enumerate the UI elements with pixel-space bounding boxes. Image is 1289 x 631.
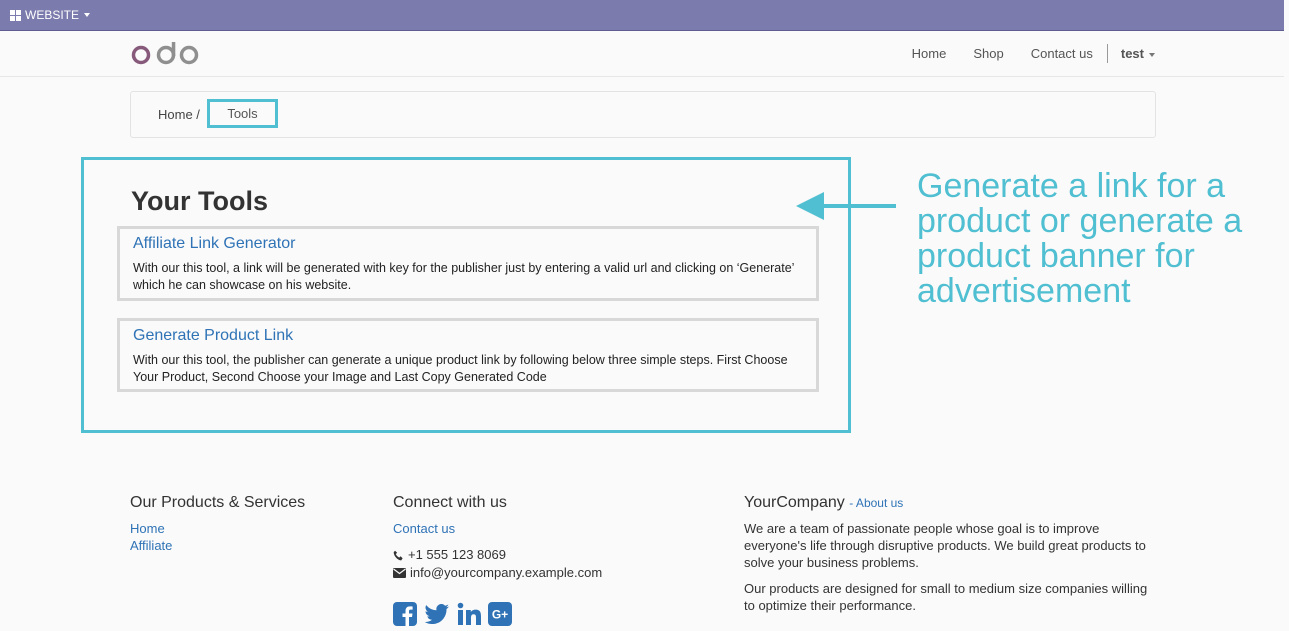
- nav-divider: [1106, 44, 1108, 63]
- nav-shop-link[interactable]: Shop: [973, 46, 1003, 61]
- user-name: test: [1120, 46, 1144, 61]
- generate-product-link-link[interactable]: Generate Product Link: [133, 327, 803, 345]
- company-products-description: Our products are designed for small to m…: [744, 581, 1148, 613]
- website-menu-label: WEBSITE: [25, 8, 80, 22]
- breadcrumb-home-link[interactable]: Home /: [158, 107, 200, 122]
- caret-down-icon: [1149, 52, 1155, 57]
- breadcrumb: Home / Tools: [130, 91, 1156, 138]
- affiliate-link-generator-link[interactable]: Affiliate Link Generator: [133, 235, 803, 253]
- footer-affiliate-link[interactable]: Affiliate: [130, 537, 305, 554]
- footer-company-heading: YourCompany - About us: [744, 494, 1154, 512]
- annotation-arrow-icon: [796, 192, 896, 220]
- footer-home-link[interactable]: Home: [130, 520, 305, 537]
- page-title: Your Tools: [131, 186, 268, 216]
- phone-line: +1 555 123 8069: [393, 546, 602, 564]
- footer-products-heading: Our Products & Services: [130, 494, 306, 511]
- tool-card-affiliate-link: Affiliate Link Generator With our this t…: [117, 226, 819, 301]
- email-line: info@yourcompany.example.com: [393, 564, 602, 582]
- tool-description: With our this tool, a link will be gener…: [133, 261, 794, 292]
- caret-down-icon: [84, 13, 91, 17]
- breadcrumb-current-label: Tools: [227, 106, 258, 121]
- website-menu[interactable]: WEBSITE: [10, 0, 91, 30]
- navbar: Home Shop Contact us test: [0, 31, 1284, 77]
- phone-icon: [393, 550, 403, 560]
- nav-home-link[interactable]: Home: [912, 46, 947, 61]
- tool-card-product-link: Generate Product Link With our this tool…: [117, 318, 819, 392]
- nav-contact-link[interactable]: Contact us: [1031, 46, 1093, 61]
- annotation-text: Generate a link for a product or generat…: [917, 167, 1243, 310]
- tool-description: With our this tool, the publisher can ge…: [133, 353, 788, 384]
- svg-text:G+: G+: [492, 608, 508, 622]
- company-description: We are a team of passionate people whose…: [744, 521, 1146, 570]
- email-address: info@yourcompany.example.com: [410, 565, 603, 580]
- twitter-icon[interactable]: [424, 602, 450, 631]
- user-menu[interactable]: test: [1121, 46, 1155, 61]
- footer-products-column: Our Products & Services Home Affiliate: [130, 494, 305, 554]
- footer: Our Products & Services Home Affiliate C…: [0, 470, 1289, 626]
- phone-number: +1 555 123 8069: [408, 547, 506, 562]
- odoo-logo[interactable]: [131, 41, 201, 65]
- footer-contact-link[interactable]: Contact us: [393, 520, 602, 537]
- footer-connect-column: Connect with us Contact us +1 555 123 80…: [393, 494, 602, 631]
- footer-connect-heading: Connect with us: [393, 494, 507, 511]
- footer-company-column: YourCompany - About us We are a team of …: [744, 494, 1154, 623]
- company-name: YourCompany: [744, 494, 845, 511]
- about-us-link[interactable]: - About us: [849, 496, 903, 510]
- apps-grid-icon: [10, 9, 21, 21]
- social-links: G+: [393, 602, 602, 631]
- google-plus-icon[interactable]: G+: [488, 602, 512, 631]
- linkedin-icon[interactable]: [457, 602, 481, 631]
- breadcrumb-current: Tools: [207, 99, 278, 128]
- envelope-icon: [393, 568, 406, 578]
- facebook-icon[interactable]: [393, 602, 417, 631]
- admin-bar: WEBSITE: [0, 0, 1284, 31]
